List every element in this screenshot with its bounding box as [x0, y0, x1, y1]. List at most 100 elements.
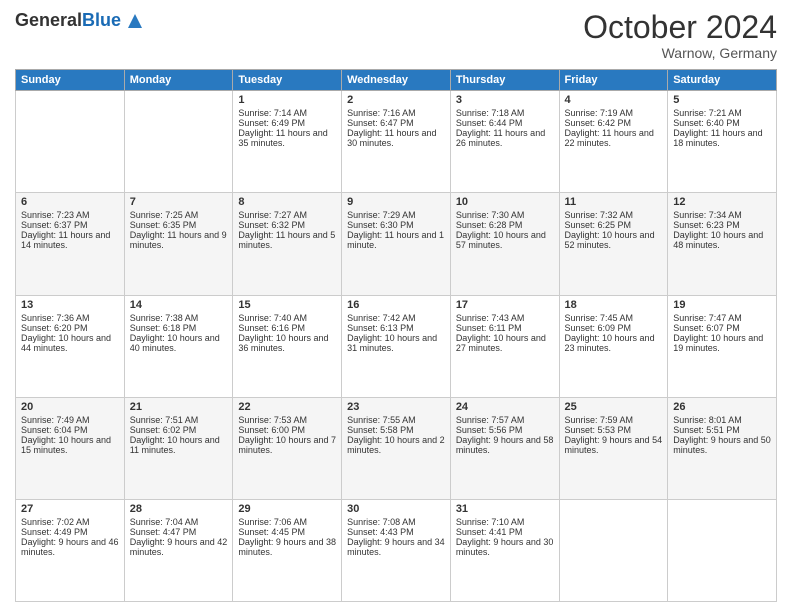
calendar-cell: [16, 91, 125, 193]
daylight-text: Daylight: 10 hours and 27 minutes.: [456, 333, 554, 353]
day-number: 4: [565, 94, 663, 106]
calendar-week-row: 20Sunrise: 7:49 AMSunset: 6:04 PMDayligh…: [16, 397, 777, 499]
sunset-text: Sunset: 6:00 PM: [238, 425, 336, 435]
day-header-monday: Monday: [124, 70, 233, 91]
day-number: 23: [347, 401, 445, 413]
day-number: 27: [21, 503, 119, 515]
sunrise-text: Sunrise: 8:01 AM: [673, 415, 771, 425]
day-number: 16: [347, 299, 445, 311]
logo-text: GeneralBlue: [15, 11, 121, 31]
sunrise-text: Sunrise: 7:43 AM: [456, 313, 554, 323]
daylight-text: Daylight: 11 hours and 18 minutes.: [673, 128, 771, 148]
day-number: 8: [238, 196, 336, 208]
calendar-cell: 18Sunrise: 7:45 AMSunset: 6:09 PMDayligh…: [559, 295, 668, 397]
sunrise-text: Sunrise: 7:16 AM: [347, 108, 445, 118]
sunrise-text: Sunrise: 7:30 AM: [456, 210, 554, 220]
daylight-text: Daylight: 9 hours and 34 minutes.: [347, 537, 445, 557]
calendar-cell: 7Sunrise: 7:25 AMSunset: 6:35 PMDaylight…: [124, 193, 233, 295]
month-title: October 2024: [583, 10, 777, 45]
calendar-cell: 19Sunrise: 7:47 AMSunset: 6:07 PMDayligh…: [668, 295, 777, 397]
sunrise-text: Sunrise: 7:04 AM: [130, 517, 228, 527]
day-number: 17: [456, 299, 554, 311]
day-number: 12: [673, 196, 771, 208]
sunset-text: Sunset: 4:43 PM: [347, 527, 445, 537]
sunrise-text: Sunrise: 7:18 AM: [456, 108, 554, 118]
calendar-cell: 30Sunrise: 7:08 AMSunset: 4:43 PMDayligh…: [342, 499, 451, 601]
day-header-saturday: Saturday: [668, 70, 777, 91]
sunset-text: Sunset: 6:11 PM: [456, 323, 554, 333]
daylight-text: Daylight: 10 hours and 48 minutes.: [673, 230, 771, 250]
day-number: 11: [565, 196, 663, 208]
sunset-text: Sunset: 6:47 PM: [347, 118, 445, 128]
day-number: 10: [456, 196, 554, 208]
page: GeneralBlue October 2024 Warnow, Germany…: [0, 0, 792, 612]
calendar-cell: 14Sunrise: 7:38 AMSunset: 6:18 PMDayligh…: [124, 295, 233, 397]
sunrise-text: Sunrise: 7:32 AM: [565, 210, 663, 220]
daylight-text: Daylight: 11 hours and 30 minutes.: [347, 128, 445, 148]
day-header-wednesday: Wednesday: [342, 70, 451, 91]
calendar-cell: 20Sunrise: 7:49 AMSunset: 6:04 PMDayligh…: [16, 397, 125, 499]
daylight-text: Daylight: 11 hours and 35 minutes.: [238, 128, 336, 148]
daylight-text: Daylight: 9 hours and 30 minutes.: [456, 537, 554, 557]
calendar-cell: 4Sunrise: 7:19 AMSunset: 6:42 PMDaylight…: [559, 91, 668, 193]
sunrise-text: Sunrise: 7:57 AM: [456, 415, 554, 425]
sunset-text: Sunset: 5:51 PM: [673, 425, 771, 435]
sunset-text: Sunset: 6:30 PM: [347, 220, 445, 230]
sunrise-text: Sunrise: 7:49 AM: [21, 415, 119, 425]
daylight-text: Daylight: 11 hours and 14 minutes.: [21, 230, 119, 250]
sunrise-text: Sunrise: 7:29 AM: [347, 210, 445, 220]
calendar-cell: 2Sunrise: 7:16 AMSunset: 6:47 PMDaylight…: [342, 91, 451, 193]
calendar-cell: 6Sunrise: 7:23 AMSunset: 6:37 PMDaylight…: [16, 193, 125, 295]
daylight-text: Daylight: 10 hours and 40 minutes.: [130, 333, 228, 353]
sunset-text: Sunset: 6:23 PM: [673, 220, 771, 230]
sunrise-text: Sunrise: 7:23 AM: [21, 210, 119, 220]
daylight-text: Daylight: 9 hours and 54 minutes.: [565, 435, 663, 455]
calendar-cell: 16Sunrise: 7:42 AMSunset: 6:13 PMDayligh…: [342, 295, 451, 397]
calendar-cell: 24 Sunrise: 7:57 AMSunset: 5:56 PMDayligh…: [450, 397, 559, 499]
day-number: 24: [456, 401, 554, 413]
sunrise-text: Sunrise: 7:06 AM: [238, 517, 336, 527]
sunset-text: Sunset: 6:16 PM: [238, 323, 336, 333]
daylight-text: Daylight: 9 hours and 58 minutes.: [456, 435, 554, 455]
calendar-cell: 21Sunrise: 7:51 AMSunset: 6:02 PMDayligh…: [124, 397, 233, 499]
header: GeneralBlue October 2024 Warnow, Germany: [15, 10, 777, 61]
day-header-sunday: Sunday: [16, 70, 125, 91]
day-number: 31: [456, 503, 554, 515]
sunset-text: Sunset: 6:44 PM: [456, 118, 554, 128]
day-number: 28: [130, 503, 228, 515]
day-header-friday: Friday: [559, 70, 668, 91]
calendar-cell: [124, 91, 233, 193]
sunset-text: Sunset: 5:53 PM: [565, 425, 663, 435]
logo-icon: [124, 10, 146, 32]
day-number: 25: [565, 401, 663, 413]
sunset-text: Sunset: 6:42 PM: [565, 118, 663, 128]
sunset-text: Sunset: 4:49 PM: [21, 527, 119, 537]
calendar-cell: 15Sunrise: 7:40 AMSunset: 6:16 PMDayligh…: [233, 295, 342, 397]
day-number: 6: [21, 196, 119, 208]
daylight-text: Daylight: 10 hours and 36 minutes.: [238, 333, 336, 353]
calendar-table: SundayMondayTuesdayWednesdayThursdayFrid…: [15, 69, 777, 602]
title-block: October 2024 Warnow, Germany: [583, 10, 777, 61]
calendar-cell: 13Sunrise: 7:36 AMSunset: 6:20 PMDayligh…: [16, 295, 125, 397]
calendar-cell: [668, 499, 777, 601]
calendar-cell: 31Sunrise: 7:10 AMSunset: 4:41 PMDayligh…: [450, 499, 559, 601]
calendar-cell: [559, 499, 668, 601]
calendar-cell: 10Sunrise: 7:30 AMSunset: 6:28 PMDayligh…: [450, 193, 559, 295]
day-number: 26: [673, 401, 771, 413]
calendar-week-row: 1Sunrise: 7:14 AMSunset: 6:49 PMDaylight…: [16, 91, 777, 193]
sunset-text: Sunset: 5:56 PM: [456, 425, 554, 435]
day-number: 9: [347, 196, 445, 208]
day-number: 20: [21, 401, 119, 413]
day-number: 15: [238, 299, 336, 311]
daylight-text: Daylight: 9 hours and 38 minutes.: [238, 537, 336, 557]
calendar-cell: 3Sunrise: 7:18 AMSunset: 6:44 PMDaylight…: [450, 91, 559, 193]
sunrise-text: Sunrise: 7:02 AM: [21, 517, 119, 527]
daylight-text: Daylight: 11 hours and 5 minutes.: [238, 230, 336, 250]
daylight-text: Daylight: 10 hours and 2 minutes.: [347, 435, 445, 455]
day-number: 19: [673, 299, 771, 311]
daylight-text: Daylight: 9 hours and 50 minutes.: [673, 435, 771, 455]
sunset-text: Sunset: 6:07 PM: [673, 323, 771, 333]
calendar-cell: 9 Sunrise: 7:29 AMSunset: 6:30 PMDaylight…: [342, 193, 451, 295]
daylight-text: Daylight: 11 hours and 1 minute.: [347, 230, 445, 250]
sunset-text: Sunset: 6:32 PM: [238, 220, 336, 230]
